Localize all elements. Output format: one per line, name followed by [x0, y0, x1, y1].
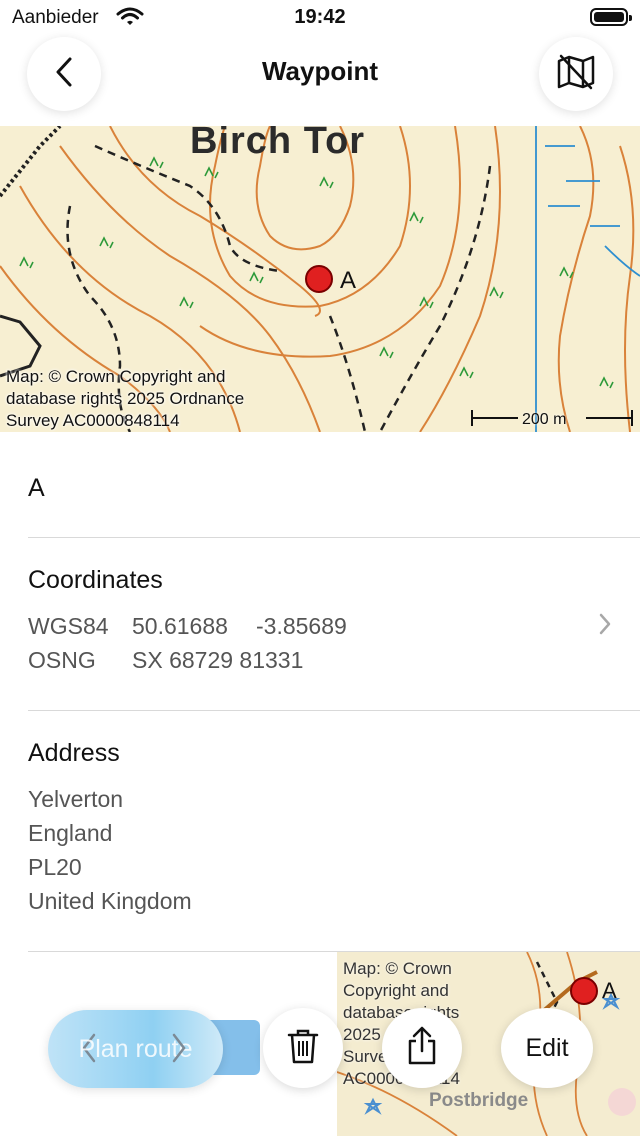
share-icon	[405, 1026, 439, 1071]
waypoint-map[interactable]: A Birch Tor Map: © Crown Copyright and d…	[0, 126, 640, 432]
waypoint-marker	[305, 265, 333, 293]
map-scale-label: 200 m	[522, 411, 567, 428]
chevron-right-icon	[170, 1032, 188, 1069]
map-attribution: Map: © Crown Copyright and database righ…	[6, 367, 245, 430]
mini-map-place-label: Postbridge	[429, 1090, 529, 1111]
address-line: United Kingdom	[28, 888, 192, 914]
map-marker-label: A	[340, 267, 356, 294]
address-line: PL20	[28, 854, 82, 880]
edit-button[interactable]: Edit	[501, 1008, 593, 1088]
address-line: Yelverton	[28, 786, 124, 812]
share-button[interactable]	[382, 1008, 462, 1088]
address-line: England	[28, 820, 113, 846]
chevron-right-icon[interactable]	[598, 612, 612, 641]
plan-route-button[interactable]: Plan route	[48, 1010, 223, 1088]
coordinate-row-wgs84: WGS84 50.61688 -3.85689	[28, 613, 347, 639]
map-place-label: Birch Tor	[190, 126, 366, 162]
divider	[28, 710, 640, 711]
coordinates-title: Coordinates	[28, 566, 163, 594]
svg-text:A: A	[602, 978, 617, 1003]
address-section: Address Yelverton England PL20 United Ki…	[28, 739, 612, 918]
map-off-icon	[556, 54, 596, 95]
coordinates-section[interactable]: Coordinates WGS84 50.61688 -3.85689 OSNG…	[28, 566, 612, 677]
waypoint-name: A	[28, 474, 45, 502]
navigation-bar: Waypoint	[0, 36, 640, 126]
battery-icon	[590, 8, 632, 26]
delete-button[interactable]	[263, 1008, 343, 1088]
toggle-map-button[interactable]	[539, 37, 613, 111]
address-title: Address	[28, 739, 120, 767]
divider	[28, 537, 640, 538]
status-bar: Aanbieder 19:42	[0, 0, 640, 36]
trash-icon	[286, 1027, 320, 1070]
status-time: 19:42	[294, 6, 346, 28]
coordinate-row-osng: OSNG SX 68729 81331	[28, 647, 304, 673]
